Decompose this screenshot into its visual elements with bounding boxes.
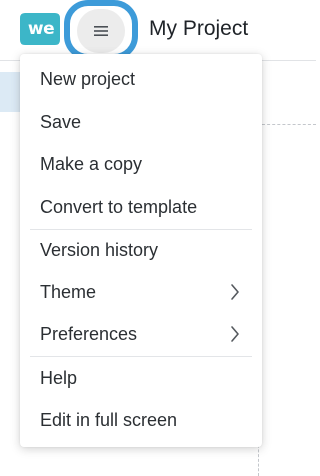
menu-item-label: Theme [40, 281, 97, 302]
menu-item-edit-full-screen[interactable]: Edit in full screen [20, 399, 262, 441]
menu-item-label: Help [40, 367, 78, 388]
top-header-bar: we My Project [0, 0, 316, 61]
hamburger-icon [94, 26, 108, 36]
menu-item-help[interactable]: Help [20, 357, 262, 399]
menu-item-label: Preferences [40, 323, 138, 344]
chevron-right-icon [230, 283, 240, 301]
main-menu-button[interactable] [77, 9, 125, 53]
menu-item-theme[interactable]: Theme [20, 271, 262, 313]
menu-item-label: Edit in full screen [40, 409, 178, 430]
app-logo[interactable]: we [19, 10, 61, 48]
menu-item-make-a-copy[interactable]: Make a copy [20, 143, 262, 185]
menu-item-new-project[interactable]: New project [20, 58, 262, 100]
menu-item-label: Convert to template [40, 196, 198, 217]
menu-item-version-history[interactable]: Version history [20, 229, 262, 271]
menu-item-preferences[interactable]: Preferences [20, 313, 262, 355]
menu-item-convert-to-template[interactable]: Convert to template [20, 186, 262, 228]
menu-item-label: Save [40, 111, 82, 132]
menu-item-label: Version history [40, 239, 159, 260]
logo-text: we [27, 19, 55, 39]
menu-item-label: New project [40, 68, 136, 89]
chevron-right-icon [230, 325, 240, 343]
menu-item-label: Make a copy [40, 153, 143, 174]
canvas-guide-horizontal [262, 124, 316, 125]
main-menu-dropdown: New project Save Make a copy Convert to … [20, 54, 262, 447]
menu-item-save[interactable]: Save [20, 101, 262, 143]
project-title[interactable]: My Project [149, 14, 248, 44]
